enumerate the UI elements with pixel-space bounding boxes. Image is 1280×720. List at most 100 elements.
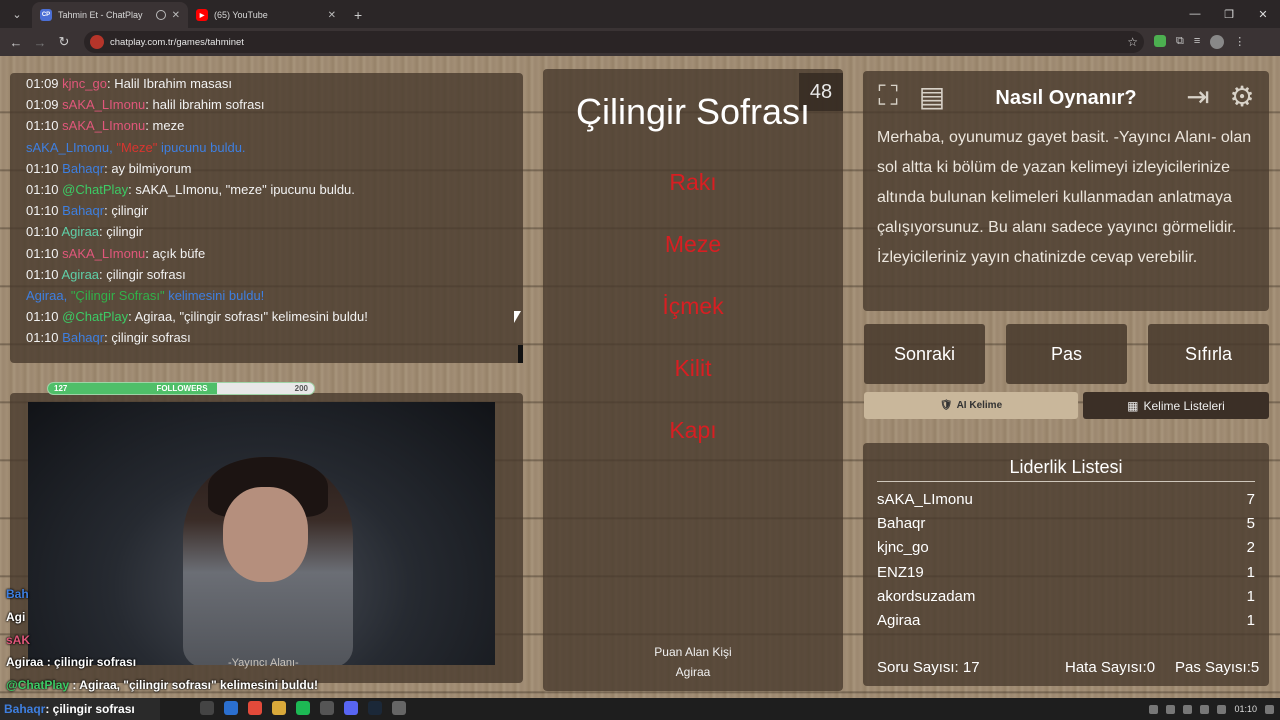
chat-message: Agiraa, "Çilingir Sofrası" kelimesini bu… — [26, 288, 265, 304]
tray-icon[interactable] — [1183, 704, 1193, 714]
overlay-chat-message: Bah — [6, 587, 29, 601]
player-name: kjnc_go — [877, 539, 929, 557]
leaderboard-row: kjnc_go 2 — [877, 539, 1255, 556]
how-to-play-header: ⛶ ▤ Nasıl Oynanır? ⇥ ⚙ — [863, 71, 1269, 121]
close-tab-icon[interactable]: ✕ — [172, 10, 180, 21]
youtube-favicon-icon: ▶ — [196, 9, 208, 21]
task-view-icon[interactable] — [200, 701, 214, 715]
volume-icon[interactable] — [1217, 704, 1227, 714]
tab-search-button[interactable]: ⌄ — [6, 3, 28, 25]
spotify-icon[interactable] — [296, 701, 310, 715]
back-icon[interactable]: ← — [4, 35, 28, 50]
app-icon[interactable] — [392, 701, 406, 715]
next-button[interactable]: Sonraki — [864, 324, 985, 384]
followers-goal-bar: 127 FOLLOWERS 200 — [47, 382, 315, 395]
taboo-word: Rakı — [669, 169, 717, 195]
chat-message: 01:10 @ChatPlay: sAKA_LImonu, "meze" ipu… — [26, 182, 355, 198]
reading-list-icon[interactable]: ≡ — [1194, 35, 1200, 49]
overlay-chat-message: @ChatPlay : Agiraa, "çilingir sofrası" k… — [6, 678, 319, 692]
player-score: 5 — [1246, 515, 1255, 533]
reset-button[interactable]: Sıfırla — [1148, 324, 1269, 384]
tray-icon[interactable] — [1149, 704, 1159, 714]
scorer-label: Puan Alan Kişi — [654, 645, 732, 659]
tab-youtube[interactable]: ▶ (65) YouTube ✕ — [188, 2, 344, 28]
leaderboard-row: ENZ19 1 — [877, 564, 1255, 581]
chat-panel: 01:09 kjnc_go: Halil Ibrahim masası 01:09… — [10, 73, 523, 363]
followers-label: FOLLOWERS — [156, 384, 208, 393]
tab-chatplay[interactable]: CP Tahmin Et - ChatPlay ✕ — [32, 2, 188, 28]
taskbar-apps — [200, 701, 406, 715]
player-name: ENZ19 — [877, 563, 924, 581]
minimize-icon[interactable]: — — [1178, 0, 1212, 28]
how-to-play-panel: ⛶ ▤ Nasıl Oynanır? ⇥ ⚙ Merhaba, oyunumuz… — [863, 71, 1269, 311]
leaderboard-row: akordsuzadam 1 — [877, 588, 1255, 605]
profile-avatar[interactable] — [1210, 35, 1225, 49]
question-count: Soru Sayısı: 17 — [877, 659, 980, 676]
chat-message: 01:09 kjnc_go: Halil Ibrahim masası — [26, 76, 232, 91]
chat-message: 01:10 sAKA_LImonu: açık büfe — [26, 245, 206, 261]
clock[interactable]: 01:10 — [1234, 704, 1257, 714]
taskbar: Bahaqr : çilingir sofrası 01:10 — [0, 698, 1280, 720]
address-bar-row: ← → ↻ chatplay.com.tr/games/tahminet ☆ ⧉… — [0, 28, 1280, 56]
new-tab-button[interactable]: + — [354, 7, 362, 23]
clipboard-icon: ▦ — [1127, 398, 1139, 413]
menu-kebab-icon[interactable]: ⋮ — [1234, 35, 1245, 49]
close-tab-icon[interactable]: ✕ — [328, 10, 336, 21]
overlay-chat-last-text: : çilingir sofrası — [45, 702, 135, 716]
edge-icon[interactable] — [224, 701, 238, 715]
taskbar-overlay-chat: Bahaqr : çilingir sofrası — [0, 698, 160, 720]
chat-message: 01:10 Bahaqr: çilingir — [26, 203, 149, 219]
notifications-icon[interactable] — [1265, 704, 1274, 714]
player-score: 2 — [1246, 539, 1255, 557]
leaderboard-row: Agiraa 1 — [877, 612, 1255, 629]
player-score: 1 — [1246, 587, 1255, 605]
chat-message: 01:10 Bahaqr: çilingir sofrası — [26, 330, 191, 346]
taboo-word: Kilit — [674, 355, 712, 381]
app-icon[interactable] — [320, 701, 334, 715]
steam-icon[interactable] — [368, 701, 382, 715]
reload-icon[interactable]: ↻ — [52, 34, 76, 50]
player-score: 7 — [1246, 491, 1255, 508]
restore-icon[interactable]: ❐ — [1212, 0, 1246, 28]
ai-word-button[interactable]: 🛡 AI Kelime — [864, 392, 1078, 419]
yayinci-area-label: -Yayıncı Alanı- — [228, 657, 299, 669]
wifi-icon[interactable] — [1200, 704, 1210, 714]
game-page: 01:09 kjnc_go: Halil Ibrahim masası 01:09… — [0, 56, 1280, 698]
error-count: Hata Sayısı:0 — [1065, 659, 1156, 676]
extensions-puzzle-icon[interactable]: ⧉ — [1176, 35, 1184, 49]
scorer-name: Agiraa — [675, 665, 711, 679]
webcam-feed — [28, 402, 495, 665]
chat-scrollbar[interactable] — [518, 345, 523, 363]
chat-message: sAKA_LImonu, "Meze" ipucunu buldu. — [26, 139, 246, 155]
forward-icon[interactable]: → — [28, 35, 52, 50]
taboo-word: Kapı — [669, 417, 717, 443]
explorer-icon[interactable] — [272, 701, 286, 715]
tray-icon[interactable] — [1166, 704, 1176, 714]
extension-icon[interactable] — [1154, 35, 1166, 47]
word-lists-button[interactable]: ▦ Kelime Listeleri — [1083, 392, 1269, 419]
word-card: 48 Çilingir Sofrası Rakı Meze İçmek Kilit Ka… — [543, 69, 843, 691]
site-info-icon[interactable] — [90, 35, 104, 49]
logout-icon[interactable]: ⇥ — [1181, 79, 1215, 113]
close-window-icon[interactable]: ✕ — [1246, 0, 1280, 28]
player-name: Bahaqr — [877, 515, 926, 533]
settings-gear-icon[interactable]: ⚙ — [1225, 79, 1259, 113]
system-tray: 01:10 — [1149, 698, 1274, 720]
overlay-chat-last-user: Bahaqr — [4, 702, 46, 716]
chatplay-favicon-icon: CP — [40, 9, 52, 21]
bookmark-star-icon[interactable]: ☆ — [1127, 35, 1138, 49]
url-input[interactable]: chatplay.com.tr/games/tahminet ☆ — [84, 31, 1144, 53]
streamer-face — [223, 487, 308, 582]
chat-log: 01:09 kjnc_go: Halil Ibrahim masası 01:09… — [26, 73, 523, 349]
chrome-icon[interactable] — [248, 701, 262, 715]
taboo-word: Meze — [664, 231, 722, 257]
mouse-cursor — [514, 311, 521, 323]
chat-message: 01:10 Agiraa: çilingir — [26, 224, 144, 240]
chat-message: 01:10 Bahaqr: ay bilmiyorum — [26, 160, 192, 176]
chat-message: 01:10 sAKA_LImonu: meze — [26, 118, 185, 134]
discord-icon[interactable] — [344, 701, 358, 715]
overlay-chat-message: sAK — [6, 633, 31, 647]
pass-button[interactable]: Pas — [1006, 324, 1127, 384]
audio-icon[interactable] — [155, 10, 166, 20]
url-text: chatplay.com.tr/games/tahminet — [110, 36, 244, 48]
